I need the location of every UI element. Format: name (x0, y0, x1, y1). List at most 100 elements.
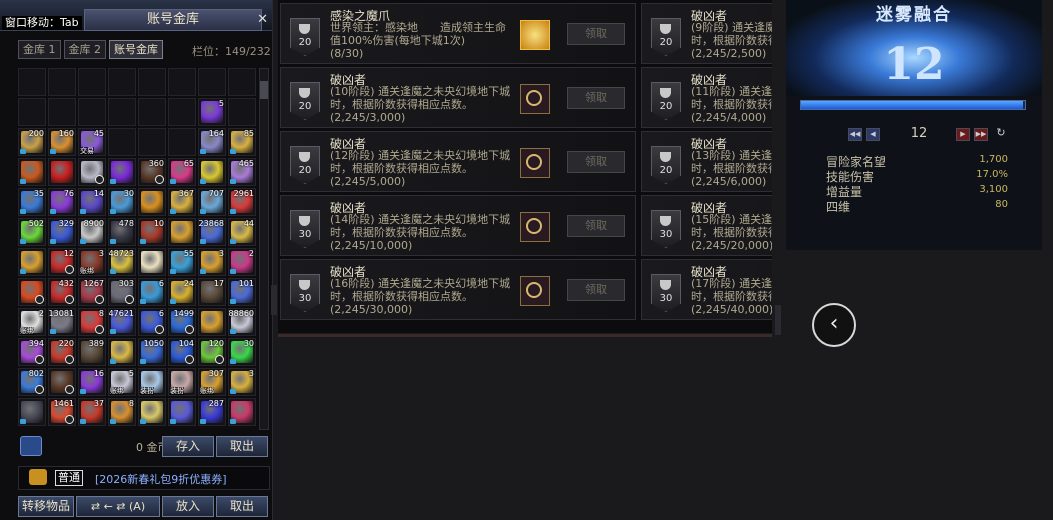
item-slot[interactable]: 23868 (198, 218, 226, 246)
empty-slot[interactable] (78, 98, 106, 126)
item-slot[interactable]: 1267 (78, 278, 106, 306)
next-page-icon[interactable]: ▶ (956, 128, 970, 141)
tab-storage-2[interactable]: 金库 2 (63, 40, 106, 59)
item-slot[interactable]: 220 (48, 338, 76, 366)
item-slot[interactable]: 329 (48, 218, 76, 246)
empty-slot[interactable] (138, 68, 166, 96)
put-in-button[interactable]: 放入 (162, 496, 214, 517)
item-slot[interactable]: 24 (168, 278, 196, 306)
empty-slot[interactable] (48, 98, 76, 126)
item-slot[interactable]: 8900 (78, 218, 106, 246)
item-slot[interactable]: 1461 (48, 398, 76, 426)
storage-title-bar[interactable]: 窗口移动：Tab 账号金库 ✕ (0, 0, 272, 31)
empty-slot[interactable] (108, 68, 136, 96)
item-slot[interactable] (78, 158, 106, 186)
emblem-reward-icon[interactable] (520, 276, 550, 306)
item-slot[interactable]: 478 (108, 218, 136, 246)
chat-input-bar[interactable]: 普通 [2026新春礼包9折优惠券] (18, 466, 270, 490)
item-slot[interactable] (18, 158, 46, 186)
item-slot[interactable]: 37 (78, 398, 106, 426)
item-slot[interactable]: 16 (78, 368, 106, 396)
item-slot[interactable]: 3 (228, 368, 256, 396)
claim-button[interactable]: 领取 (567, 151, 625, 173)
item-slot[interactable]: 160 (48, 128, 76, 156)
item-slot[interactable]: 120 (198, 338, 226, 366)
item-slot[interactable]: 6 (138, 308, 166, 336)
item-slot[interactable]: 148723 (108, 248, 136, 276)
item-slot[interactable] (108, 158, 136, 186)
item-slot[interactable]: 307 账绑 (198, 368, 226, 396)
item-slot[interactable]: 10 (138, 218, 166, 246)
item-slot[interactable] (138, 188, 166, 216)
item-slot[interactable]: 802 (18, 368, 46, 396)
item-slot[interactable]: 3 账绑 (78, 248, 106, 276)
item-slot[interactable] (48, 368, 76, 396)
item-slot[interactable]: 367 (168, 188, 196, 216)
emblem-reward-icon[interactable] (520, 212, 550, 242)
empty-slot[interactable] (108, 128, 136, 156)
item-slot[interactable]: 432 (48, 278, 76, 306)
item-slot[interactable]: 88860 (228, 308, 256, 336)
item-slot[interactable]: 164 (198, 128, 226, 156)
empty-slot[interactable] (48, 68, 76, 96)
withdraw-button[interactable]: 取出 (216, 436, 268, 457)
back-button[interactable]: ‹ (812, 303, 856, 347)
tab-account-storage[interactable]: 账号金库 (109, 40, 163, 59)
chat-channel[interactable]: 普通 (55, 470, 83, 486)
item-slot[interactable] (18, 248, 46, 276)
storage-options-icon[interactable] (20, 436, 42, 456)
item-slot[interactable]: 360 (138, 158, 166, 186)
empty-slot[interactable] (108, 98, 136, 126)
emblem-reward-icon[interactable] (520, 84, 550, 114)
deposit-button[interactable]: 存入 (162, 436, 214, 457)
item-slot[interactable] (228, 398, 256, 426)
item-slot[interactable]: 502 (18, 218, 46, 246)
last-page-icon[interactable]: ▶▶ (974, 128, 988, 141)
close-icon[interactable]: ✕ (257, 12, 268, 27)
item-slot[interactable]: 76 (48, 188, 76, 216)
claim-button[interactable]: 领取 (567, 87, 625, 109)
emblem-reward-icon[interactable] (520, 148, 550, 178)
item-slot[interactable] (108, 338, 136, 366)
empty-slot[interactable] (228, 68, 256, 96)
item-slot[interactable]: 303 (108, 278, 136, 306)
item-slot[interactable]: 44 (228, 218, 256, 246)
item-slot[interactable]: 17 (198, 278, 226, 306)
empty-slot[interactable] (18, 68, 46, 96)
item-slot[interactable] (138, 398, 166, 426)
item-slot[interactable]: 2 (228, 248, 256, 276)
item-slot[interactable]: 101 (228, 278, 256, 306)
chat-item-link[interactable]: [2026新春礼包9折优惠券] (95, 471, 227, 487)
item-slot[interactable]: 5 账绑 (108, 368, 136, 396)
item-slot[interactable]: 2 账绑 (18, 308, 46, 336)
storage-scrollbar[interactable] (259, 68, 269, 430)
item-slot[interactable]: 147621 (108, 308, 136, 336)
claim-button[interactable]: 领取 (567, 23, 625, 45)
item-slot[interactable]: 55 (168, 248, 196, 276)
first-page-icon[interactable]: ◀◀ (848, 128, 862, 141)
item-slot[interactable] (18, 398, 46, 426)
empty-slot[interactable] (18, 98, 46, 126)
item-slot[interactable]: 13081 (48, 308, 76, 336)
item-slot[interactable]: 8 (78, 308, 106, 336)
item-slot[interactable]: 65 (168, 158, 196, 186)
item-slot[interactable]: 5 (198, 98, 226, 126)
item-slot[interactable]: 1499 (168, 308, 196, 336)
item-slot[interactable] (168, 398, 196, 426)
item-slot[interactable] (18, 278, 46, 306)
item-slot[interactable] (48, 158, 76, 186)
item-slot[interactable] (138, 248, 166, 276)
empty-slot[interactable] (138, 98, 166, 126)
swap-shortcut-button[interactable]: ⇄ ← ⇄ (A) (76, 496, 160, 517)
item-slot[interactable]: 装扮 (138, 368, 166, 396)
refresh-icon[interactable]: ↻ (994, 127, 1008, 140)
item-slot[interactable]: 3 (198, 248, 226, 276)
item-slot[interactable] (198, 158, 226, 186)
item-slot[interactable]: 30 (108, 188, 136, 216)
transfer-items-button[interactable]: 转移物品 (18, 496, 74, 517)
scrollbar-thumb[interactable] (260, 81, 268, 99)
item-slot[interactable]: 200 (18, 128, 46, 156)
empty-slot[interactable] (78, 68, 106, 96)
item-slot[interactable]: 14 (78, 188, 106, 216)
item-slot[interactable] (198, 308, 226, 336)
